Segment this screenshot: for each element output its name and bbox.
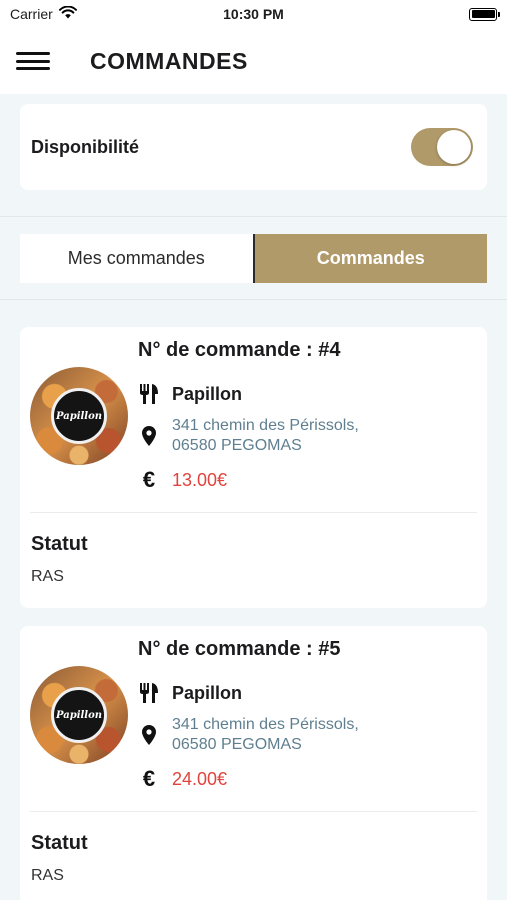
availability-card: Disponibilité	[20, 104, 487, 190]
order-card[interactable]: Papillon N° de commande : #4 Papillon 34…	[20, 327, 487, 608]
map-pin-icon	[138, 724, 160, 746]
address-line-2: 06580 PEGOMAS	[172, 736, 302, 753]
address-row: 341 chemin des Périssols, 06580 PEGOMAS	[138, 416, 359, 456]
page-title: COMMANDES	[90, 47, 248, 74]
address-line-1: 341 chemin des Périssols,	[172, 417, 359, 434]
card-divider	[30, 811, 477, 812]
restaurant-logo: Papillon	[30, 367, 128, 465]
status-value: RAS	[31, 867, 64, 884]
status-title: Statut	[31, 832, 88, 854]
restaurant-name: Papillon	[172, 683, 243, 703]
availability-label: Disponibilité	[31, 136, 139, 157]
order-tabs: Mes commandes Commandes	[20, 234, 487, 283]
card-divider	[30, 512, 477, 513]
map-pin-icon	[138, 425, 160, 447]
status-left: Carrier	[10, 5, 77, 22]
wifi-icon	[58, 5, 77, 22]
tab-commandes[interactable]: Commandes	[252, 234, 487, 283]
restaurant-name: Papillon	[172, 384, 243, 404]
restaurant-row: Papillon	[138, 682, 242, 704]
address-line-2: 06580 PEGOMAS	[172, 437, 302, 454]
address: 341 chemin des Périssols, 06580 PEGOMAS	[172, 416, 359, 456]
nav-bar: COMMANDES	[0, 28, 507, 94]
price-row: € 13.00€	[138, 469, 227, 491]
order-price: 24.00€	[172, 769, 228, 789]
carrier-label: Carrier	[10, 6, 53, 22]
address-row: 341 chemin des Périssols, 06580 PEGOMAS	[138, 715, 359, 755]
euro-icon: €	[142, 467, 156, 492]
address-line-1: 341 chemin des Périssols,	[172, 716, 359, 733]
logo-badge: Papillon	[51, 687, 107, 743]
address: 341 chemin des Périssols, 06580 PEGOMAS	[172, 715, 359, 755]
status-title: Statut	[31, 533, 88, 555]
battery-icon	[469, 7, 500, 21]
section-divider	[0, 216, 507, 217]
restaurant-row: Papillon	[138, 383, 242, 405]
euro-icon: €	[142, 766, 156, 791]
tab-mes-commandes[interactable]: Mes commandes	[20, 234, 253, 283]
toggle-knob	[437, 130, 471, 164]
status-value: RAS	[31, 568, 64, 585]
status-bar: Carrier 10:30 PM	[0, 0, 507, 28]
order-card[interactable]: Papillon N° de commande : #5 Papillon 34…	[20, 626, 487, 900]
order-price: 13.00€	[172, 470, 228, 490]
order-number: N° de commande : #4	[138, 339, 341, 361]
availability-toggle[interactable]	[411, 128, 473, 166]
hamburger-menu-icon[interactable]	[16, 49, 50, 73]
restaurant-logo: Papillon	[30, 666, 128, 764]
logo-badge: Papillon	[51, 388, 107, 444]
section-divider	[0, 299, 507, 300]
fork-knife-icon	[138, 383, 160, 405]
order-number: N° de commande : #5	[138, 638, 341, 660]
price-row: € 24.00€	[138, 768, 227, 790]
fork-knife-icon	[138, 682, 160, 704]
